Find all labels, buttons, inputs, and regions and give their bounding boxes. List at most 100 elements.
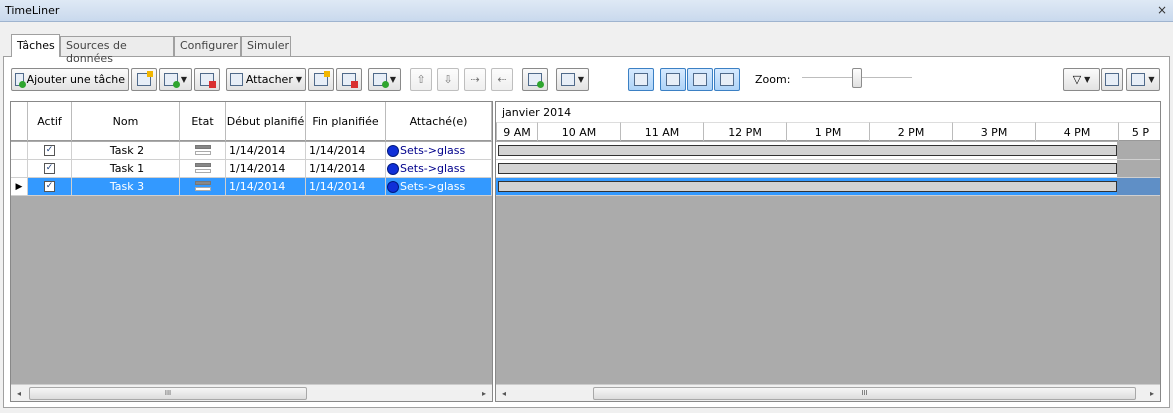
delete-task-icon xyxy=(200,73,216,88)
auto-attach-icon xyxy=(314,71,330,86)
gantt-hour: 4 PM xyxy=(1035,122,1118,141)
comment-icon xyxy=(528,73,544,88)
row-header[interactable] xyxy=(11,142,28,159)
gantt-horizontal-scrollbar[interactable]: ◂ III ▸ xyxy=(496,384,1160,401)
auto-add-tasks-button[interactable]: ▼ xyxy=(159,68,192,91)
dropdown-caret-icon: ▼ xyxy=(389,75,397,84)
move-up-button[interactable]: ⇧ xyxy=(410,68,432,91)
indent-button[interactable]: ⇢ xyxy=(464,68,486,91)
auto-add-icon xyxy=(163,73,180,88)
gantt-row-selected xyxy=(496,178,1160,196)
dropdown-caret-icon: ▼ xyxy=(1148,75,1155,84)
gantt-row xyxy=(496,142,1160,160)
status-cell xyxy=(180,178,226,195)
import-icon xyxy=(1105,73,1119,86)
start-cell[interactable]: 1/14/2014 xyxy=(226,142,306,159)
view-gantt-only-button[interactable] xyxy=(687,68,713,91)
scroll-thumb[interactable]: III xyxy=(593,386,1136,400)
name-cell[interactable]: Task 3 xyxy=(72,178,180,195)
find-items-button[interactable]: ▼ xyxy=(368,68,401,91)
attached-cell[interactable]: Sets->glass xyxy=(386,142,492,159)
table-row-selected[interactable]: ▶ ✓ Task 3 1/14/2014 1/14/2014 Sets->gla… xyxy=(11,178,492,196)
active-checkbox[interactable]: ✓ xyxy=(44,163,55,174)
gantt-hour: 5 P xyxy=(1118,122,1160,141)
gantt-task-bar[interactable] xyxy=(498,163,1117,174)
column-header-fin[interactable]: Fin planifiée xyxy=(306,102,386,141)
scroll-thumb[interactable]: III xyxy=(29,386,307,400)
view-grid-gantt-button[interactable] xyxy=(628,68,654,91)
table-row[interactable]: ✓ Task 2 1/14/2014 1/14/2014 Sets->glass xyxy=(11,142,492,160)
column-header-nom[interactable]: Nom xyxy=(72,102,180,141)
insert-task-button[interactable] xyxy=(131,68,157,91)
move-down-icon: ⇩ xyxy=(443,73,453,86)
column-header-etat[interactable]: Etat xyxy=(180,102,226,141)
export-button[interactable]: ▼ xyxy=(1126,68,1160,91)
status-cell xyxy=(180,160,226,177)
columns-button[interactable]: ▼ xyxy=(556,68,589,91)
scroll-right-icon[interactable]: ▸ xyxy=(1144,389,1160,398)
title-bar: TimeLiner × xyxy=(0,0,1173,22)
zoom-label: Zoom: xyxy=(755,73,791,86)
end-cell[interactable]: 1/14/2014 xyxy=(306,160,386,177)
outdent-button[interactable]: ⇠ xyxy=(491,68,513,91)
tab-taches[interactable]: Tâches xyxy=(11,34,60,57)
scroll-left-icon[interactable]: ◂ xyxy=(11,389,27,398)
attach-button[interactable]: Attacher ▼ xyxy=(226,68,306,91)
table-row[interactable]: ✓ Task 1 1/14/2014 1/14/2014 Sets->glass xyxy=(11,160,492,178)
columns-icon xyxy=(560,73,575,86)
zoom-slider-thumb[interactable] xyxy=(852,68,862,88)
add-task-icon xyxy=(15,73,26,88)
gantt-task-bar[interactable] xyxy=(498,181,1117,192)
column-header-attache[interactable]: Attaché(e) xyxy=(386,102,492,141)
outdent-icon: ⇠ xyxy=(497,73,507,86)
scroll-right-icon[interactable]: ▸ xyxy=(476,389,492,398)
add-comment-button[interactable] xyxy=(522,68,548,91)
attached-cell[interactable]: Sets->glass xyxy=(386,178,492,195)
dropdown-caret-icon: ▼ xyxy=(1084,75,1091,84)
add-task-label: Ajouter une tâche xyxy=(26,73,125,86)
filter-icon: ▽ xyxy=(1072,73,1082,86)
attached-cell[interactable]: Sets->glass xyxy=(386,160,492,177)
gantt-task-bar[interactable] xyxy=(498,145,1117,156)
tab-sources-de-donnees[interactable]: Sources de données xyxy=(60,36,174,65)
grid-gantt-icon xyxy=(634,73,648,86)
grid-horizontal-scrollbar[interactable]: ◂ III ▸ xyxy=(11,384,492,401)
attached-label: Sets->glass xyxy=(400,144,466,157)
gantt-hour: 12 PM xyxy=(703,122,786,141)
move-down-button[interactable]: ⇩ xyxy=(437,68,459,91)
status-bars-icon xyxy=(194,181,211,192)
tab-configurer[interactable]: Configurer xyxy=(174,36,241,56)
clear-attachment-icon xyxy=(342,73,358,88)
auto-attach-button[interactable] xyxy=(308,68,334,91)
name-cell[interactable]: Task 1 xyxy=(72,160,180,177)
name-cell[interactable]: Task 2 xyxy=(72,142,180,159)
tab-simuler[interactable]: Simuler xyxy=(241,36,291,56)
dropdown-caret-icon: ▼ xyxy=(295,75,302,84)
scroll-left-icon[interactable]: ◂ xyxy=(496,389,512,398)
active-checkbox[interactable]: ✓ xyxy=(44,145,55,156)
row-header[interactable] xyxy=(11,160,28,177)
active-checkbox[interactable]: ✓ xyxy=(44,181,55,192)
column-header-debut[interactable]: Début planifié xyxy=(226,102,306,141)
indent-icon: ⇢ xyxy=(470,73,480,86)
end-cell[interactable]: 1/14/2014 xyxy=(306,178,386,195)
add-task-button[interactable]: Ajouter une tâche xyxy=(11,68,129,91)
start-cell[interactable]: 1/14/2014 xyxy=(226,160,306,177)
clear-attachment-button[interactable] xyxy=(336,68,362,91)
current-row-marker-icon[interactable]: ▶ xyxy=(11,178,28,195)
gantt-hour: 3 PM xyxy=(952,122,1035,141)
selection-set-icon xyxy=(387,144,399,157)
view-grid-only-button[interactable] xyxy=(660,68,686,91)
attached-label: Sets->glass xyxy=(400,180,466,193)
start-cell[interactable]: 1/14/2014 xyxy=(226,178,306,195)
filter-button[interactable]: ▽ ▼ xyxy=(1063,68,1100,91)
import-button[interactable] xyxy=(1101,68,1123,91)
status-cell xyxy=(180,142,226,159)
delete-task-button[interactable] xyxy=(194,68,220,91)
gantt-only-icon xyxy=(693,73,707,86)
view-planned-button[interactable] xyxy=(714,68,740,91)
gantt-row xyxy=(496,160,1160,178)
end-cell[interactable]: 1/14/2014 xyxy=(306,142,386,159)
column-header-actif[interactable]: Actif xyxy=(28,102,72,141)
close-icon[interactable]: × xyxy=(1157,3,1167,17)
